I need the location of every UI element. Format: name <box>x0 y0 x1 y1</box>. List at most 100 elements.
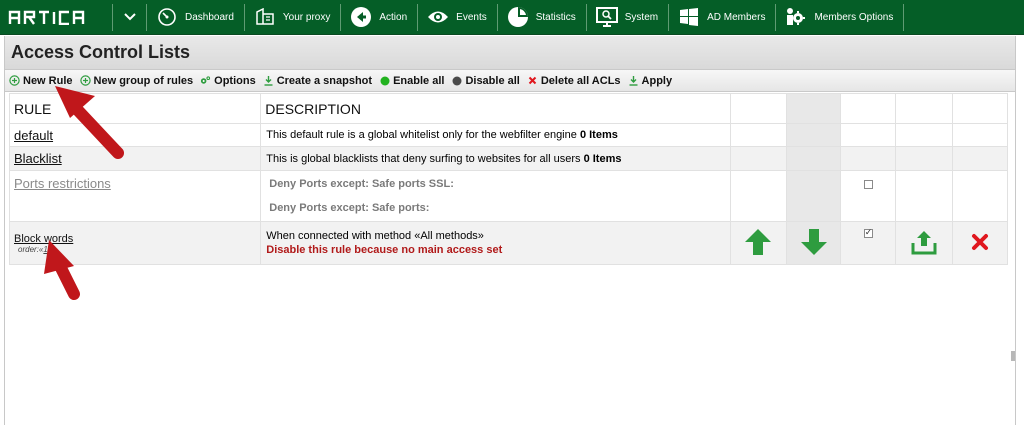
disable-all-button[interactable]: Disable all <box>451 74 520 87</box>
empty-cell <box>895 170 953 222</box>
description-line: When connected with method «All methods» <box>266 230 484 242</box>
empty-cell <box>785 170 842 222</box>
plus-circle-icon <box>9 75 20 86</box>
monitor-search-icon <box>595 6 618 28</box>
enabled-checkbox-cell <box>840 221 897 265</box>
apply-button[interactable]: Apply <box>628 75 672 87</box>
users-gear-icon <box>785 6 807 28</box>
rule-order: order:«1 <box>18 245 260 254</box>
nav-item-statistics[interactable]: Statistics <box>498 0 586 35</box>
description-line: Deny Ports except: Safe ports SSL: <box>269 178 454 190</box>
delete-all-acls-label: Delete all ACLs <box>540 74 621 87</box>
nav-item-ad-members[interactable]: AD Members <box>669 0 775 35</box>
new-group-button[interactable]: New group of rules <box>79 74 194 87</box>
delete-all-acls-button[interactable]: Delete all ACLs <box>527 75 621 87</box>
disable-all-label: Disable all <box>465 74 520 87</box>
nav-menu-toggle[interactable] <box>113 0 146 35</box>
content-panel: Access Control Lists New Rule New group … <box>4 36 1016 425</box>
empty-cell <box>895 146 953 171</box>
plus-circle-icon <box>79 75 91 86</box>
empty-cell <box>729 170 787 222</box>
enabled-checkbox[interactable] <box>863 180 873 189</box>
new-rule-button[interactable]: New Rule <box>9 75 73 87</box>
empty-cell <box>729 123 787 147</box>
empty-cell <box>840 123 897 147</box>
empty-cell <box>951 123 1009 147</box>
nav-item-members-options[interactable]: Members Options <box>776 0 903 35</box>
nav-item-events[interactable]: Events <box>418 0 497 35</box>
delete-column-header <box>951 93 1009 124</box>
empty-cell <box>840 146 897 171</box>
nav-item-label: Your proxy <box>282 11 331 23</box>
back-arrow-circle-icon <box>350 6 372 28</box>
export-cell <box>895 221 953 265</box>
nav-separator <box>903 3 905 31</box>
grey-dot-icon <box>451 75 462 86</box>
rule-name-cell: default <box>8 123 262 147</box>
enabled-checkbox[interactable] <box>863 227 873 238</box>
description-cell: When connected with method «All methods»… <box>260 221 731 265</box>
empty-cell <box>951 146 1009 171</box>
nav-item-label: Members Options <box>814 11 894 23</box>
nav-item-dashboard[interactable]: Dashboard <box>147 0 244 35</box>
sort-column-header[interactable] <box>785 93 842 124</box>
create-snapshot-label: Create a snapshot <box>276 74 373 87</box>
enabled-column-header <box>840 93 897 124</box>
empty-cell <box>785 146 842 171</box>
order-link[interactable]: 1 <box>43 245 47 254</box>
items-count: 0 Items <box>583 152 622 165</box>
scrollbar-thumb[interactable] <box>1011 351 1015 361</box>
description-cell: This default rule is a global whitelist … <box>260 123 731 147</box>
nav-item-label: Events <box>456 11 487 23</box>
acl-toolbar: New Rule New group of rules Options Crea… <box>5 70 1015 92</box>
download-icon <box>263 75 274 86</box>
table-row: default This default rule is a global wh… <box>8 123 1009 147</box>
move-up-cell <box>729 221 787 265</box>
artica-logo[interactable] <box>0 0 112 35</box>
rule-column-header[interactable]: RULE <box>8 93 262 124</box>
rule-link-ports-restrictions[interactable]: Ports restrictions <box>14 176 111 191</box>
move-up-arrow-icon[interactable] <box>743 227 773 257</box>
description-column-header[interactable]: DESCRIPTION <box>260 93 731 124</box>
rule-link-default[interactable]: default <box>14 128 53 143</box>
new-rule-label: New Rule <box>23 74 73 87</box>
delete-x-icon[interactable] <box>971 233 989 251</box>
export-column-header <box>895 93 953 124</box>
table-header-row: RULE DESCRIPTION <box>8 93 1009 124</box>
export-upload-icon[interactable] <box>910 228 938 256</box>
artica-logo-icon <box>8 10 85 25</box>
enable-all-button[interactable]: Enable all <box>379 75 444 87</box>
nav-item-system[interactable]: System <box>587 0 668 35</box>
top-navigation-bar: Dashboard Your proxy Action Events Stati… <box>0 0 1024 35</box>
rule-link-block-words[interactable]: Block words <box>14 233 73 245</box>
empty-cell <box>729 146 787 171</box>
table-row: Ports restrictions Deny Ports except: Sa… <box>8 170 1009 222</box>
proxy-icon <box>254 6 276 28</box>
move-down-arrow-icon[interactable] <box>799 227 829 257</box>
nav-item-label: Dashboard <box>185 11 234 23</box>
order-label: order:« <box>18 244 44 254</box>
table-row: Blacklist This is global blacklists that… <box>8 146 1009 171</box>
nav-item-label: System <box>624 11 659 23</box>
nav-item-label: AD Members <box>707 11 766 23</box>
nav-item-your-proxy[interactable]: Your proxy <box>245 0 340 35</box>
rule-link-blacklist[interactable]: Blacklist <box>14 151 62 166</box>
empty-cell <box>785 123 842 147</box>
description-line: Deny Ports except: Safe ports: <box>269 202 430 214</box>
new-group-label: New group of rules <box>93 74 194 87</box>
red-x-icon <box>527 75 538 86</box>
nav-item-label: Action <box>379 11 408 23</box>
table-row: Block words order:«1 When connected with… <box>8 221 1009 265</box>
move-down-cell <box>785 221 842 265</box>
description-cell: Deny Ports except: Safe ports SSL: Deny … <box>260 170 731 222</box>
eye-icon <box>427 6 449 28</box>
enabled-checkbox-cell <box>840 170 897 222</box>
options-button[interactable]: Options <box>200 75 256 87</box>
rule-name-cell: Blacklist <box>8 146 262 171</box>
nav-item-label: Statistics <box>535 11 576 23</box>
create-snapshot-button[interactable]: Create a snapshot <box>263 75 372 87</box>
nav-item-action[interactable]: Action <box>341 0 417 35</box>
pie-chart-icon <box>507 6 529 28</box>
empty-cell <box>951 170 1009 222</box>
description-cell: This is global blacklists that deny surf… <box>260 146 731 171</box>
